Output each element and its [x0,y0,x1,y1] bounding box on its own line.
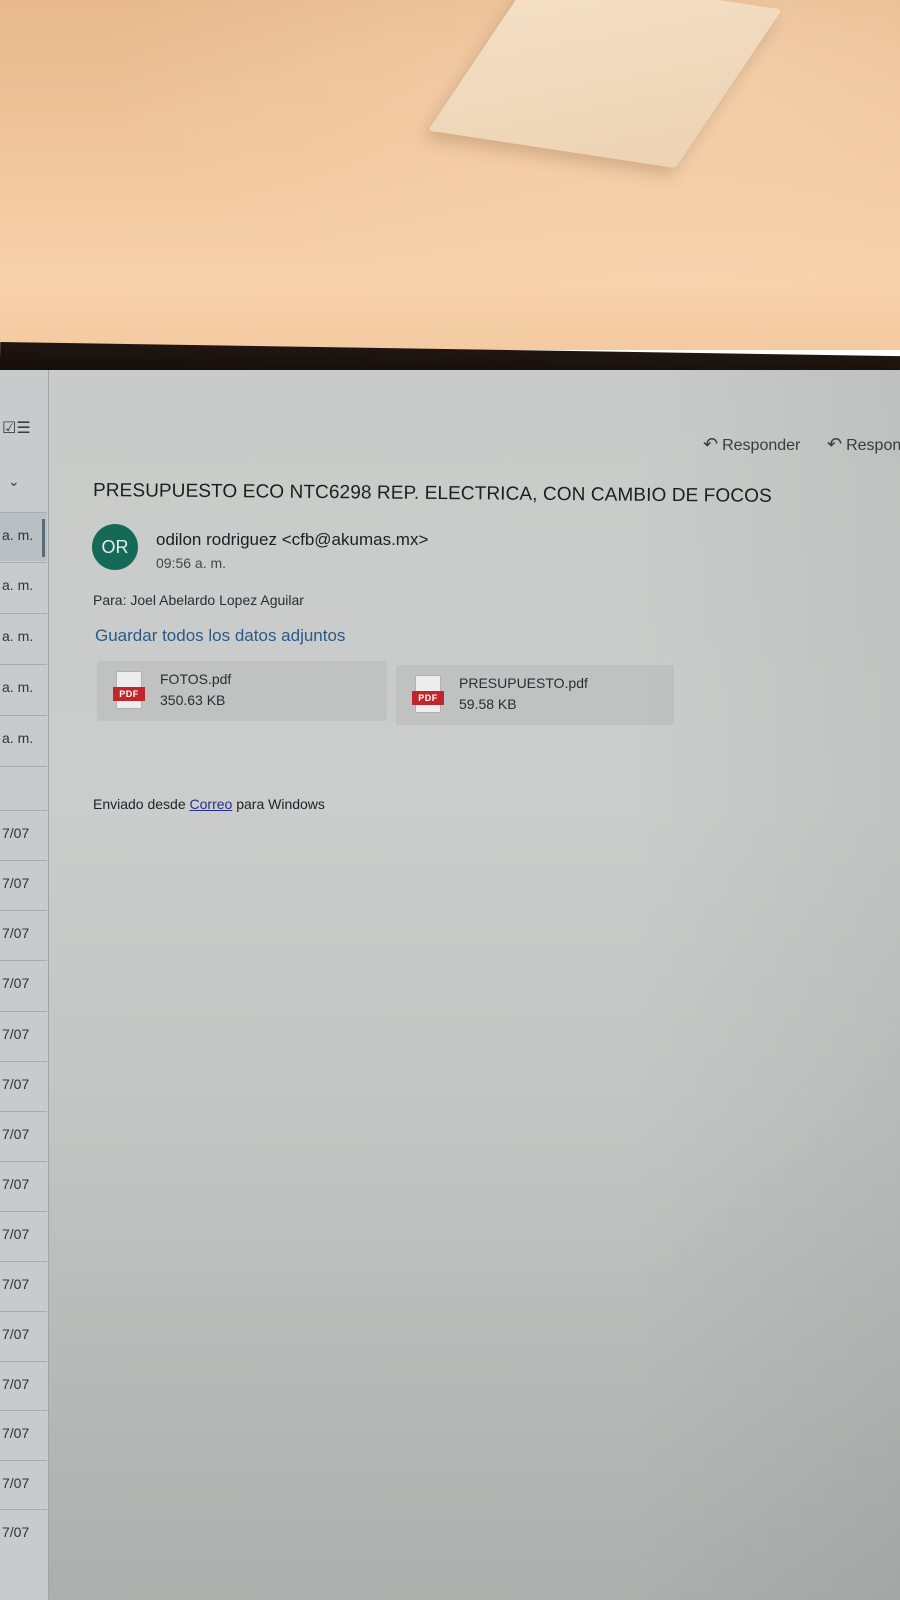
list-item-time: a. m. [2,679,34,695]
select-messages-icon[interactable]: ☑☰ [2,418,31,440]
sender-avatar[interactable]: OR [92,524,138,570]
list-item[interactable]: 7/07 [0,1111,47,1160]
list-item[interactable]: 7/07 [0,1410,47,1459]
list-item-time: a. m. [2,577,34,593]
save-all-attachments-link[interactable]: Guardar todos los datos adjuntos [95,626,345,646]
list-item[interactable]: 7/07 [0,1311,47,1360]
list-item-date: 7/07 [2,1326,30,1342]
list-item-time: a. m. [2,730,34,746]
reply-all-label: Respon [846,437,900,454]
message-list: ☑☰ ⌄ a. m. a. m. a. m. a. m. a. m. 7/07 … [0,370,49,1600]
mail-app-screen: ☑☰ ⌄ a. m. a. m. a. m. a. m. a. m. 7/07 … [0,370,900,1600]
list-item[interactable]: a. m. [0,512,47,561]
list-item[interactable]: 7/07 [0,1161,47,1210]
list-item[interactable]: a. m. [0,562,47,611]
pdf-file-icon: PDF [412,675,444,713]
list-item[interactable]: 7/07 [0,1211,47,1260]
list-item[interactable]: 7/07 [0,1011,47,1060]
pdf-file-icon: PDF [113,671,145,709]
attachment-size: 350.63 KB [160,692,226,708]
list-item-date: 7/07 [2,925,30,941]
list-item-date: 7/07 [2,1026,30,1042]
list-item[interactable]: 7/07 [0,960,47,1009]
reply-button[interactable]: ↶ Responder [703,434,800,455]
email-subject: PRESUPUESTO ECO NTC6298 REP. ELECTRICA, … [92,480,772,507]
list-item[interactable]: 7/07 [0,1361,47,1410]
chevron-down-icon[interactable]: ⌄ [8,474,26,492]
list-item-date: 7/07 [2,1475,30,1491]
signature-prefix: Enviado desde [93,796,186,812]
list-item-date: 7/07 [2,975,30,991]
list-item[interactable]: 7/07 [0,810,47,859]
list-item[interactable]: 7/07 [0,1061,47,1110]
email-signature: Enviado desde Correo para Windows [93,796,325,812]
list-item-date: 7/07 [2,1076,30,1092]
list-item[interactable]: 7/07 [0,1261,47,1310]
recipient-name[interactable]: Joel Abelardo Lopez Aguilar [130,592,304,608]
reply-icon: ↶ [703,434,719,455]
ceiling-light-glow [0,0,900,350]
list-item[interactable]: 7/07 [0,1460,47,1509]
list-item[interactable]: 7/07 [0,1509,47,1558]
sent-time: 09:56 a. m. [156,555,227,571]
list-item-date: 7/07 [2,1425,30,1441]
list-item-time: a. m. [2,628,34,644]
reply-all-button[interactable]: ↶ Respon [827,434,900,455]
reply-all-icon: ↶ [827,434,843,455]
list-item-date: 7/07 [2,1376,30,1392]
list-item-date: 7/07 [2,875,30,891]
reading-pane: ↶ Responder ↶ Respon PRESUPUESTO ECO NTC62… [49,370,900,1600]
attachment-card[interactable]: PDF PRESUPUESTO.pdf 59.58 KB [396,665,674,725]
list-item-date: 7/07 [2,1226,30,1242]
list-item[interactable]: a. m. [0,613,47,662]
to-label: Para: [93,592,127,608]
list-item[interactable]: 7/07 [0,910,47,959]
list-item[interactable]: a. m. [0,715,47,764]
avatar-initials: OR [101,536,129,557]
list-item[interactable]: a. m. [0,664,47,713]
ceiling-background [0,0,900,350]
sender-name[interactable]: odilon rodriguez <cfb@akumas.mx> [156,530,428,550]
list-item[interactable]: 7/07 [0,860,47,909]
list-group-divider [0,766,47,810]
list-item-date: 7/07 [2,1176,30,1192]
recipient-line: Para: Joel Abelardo Lopez Aguilar [93,592,304,608]
list-item-date: 7/07 [2,1126,30,1142]
attachment-card[interactable]: PDF FOTOS.pdf 350.63 KB [97,661,387,721]
attachment-name: PRESUPUESTO.pdf [459,675,588,691]
reply-label: Responder [722,437,801,454]
list-item-date: 7/07 [2,1524,30,1540]
list-item-date: 7/07 [2,1276,30,1292]
mail-app-link[interactable]: Correo [190,796,233,812]
list-item-date: 7/07 [2,825,30,841]
attachment-size: 59.58 KB [459,696,517,712]
attachment-name: FOTOS.pdf [160,671,232,687]
signature-suffix: para Windows [236,796,325,812]
list-item-time: a. m. [2,527,34,543]
